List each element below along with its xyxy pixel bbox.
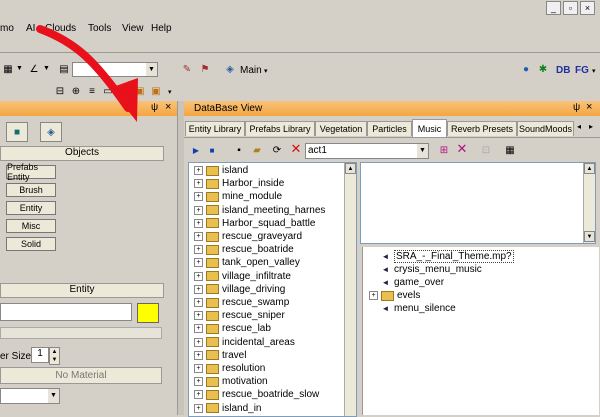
red-annotation-arrow <box>36 25 138 122</box>
